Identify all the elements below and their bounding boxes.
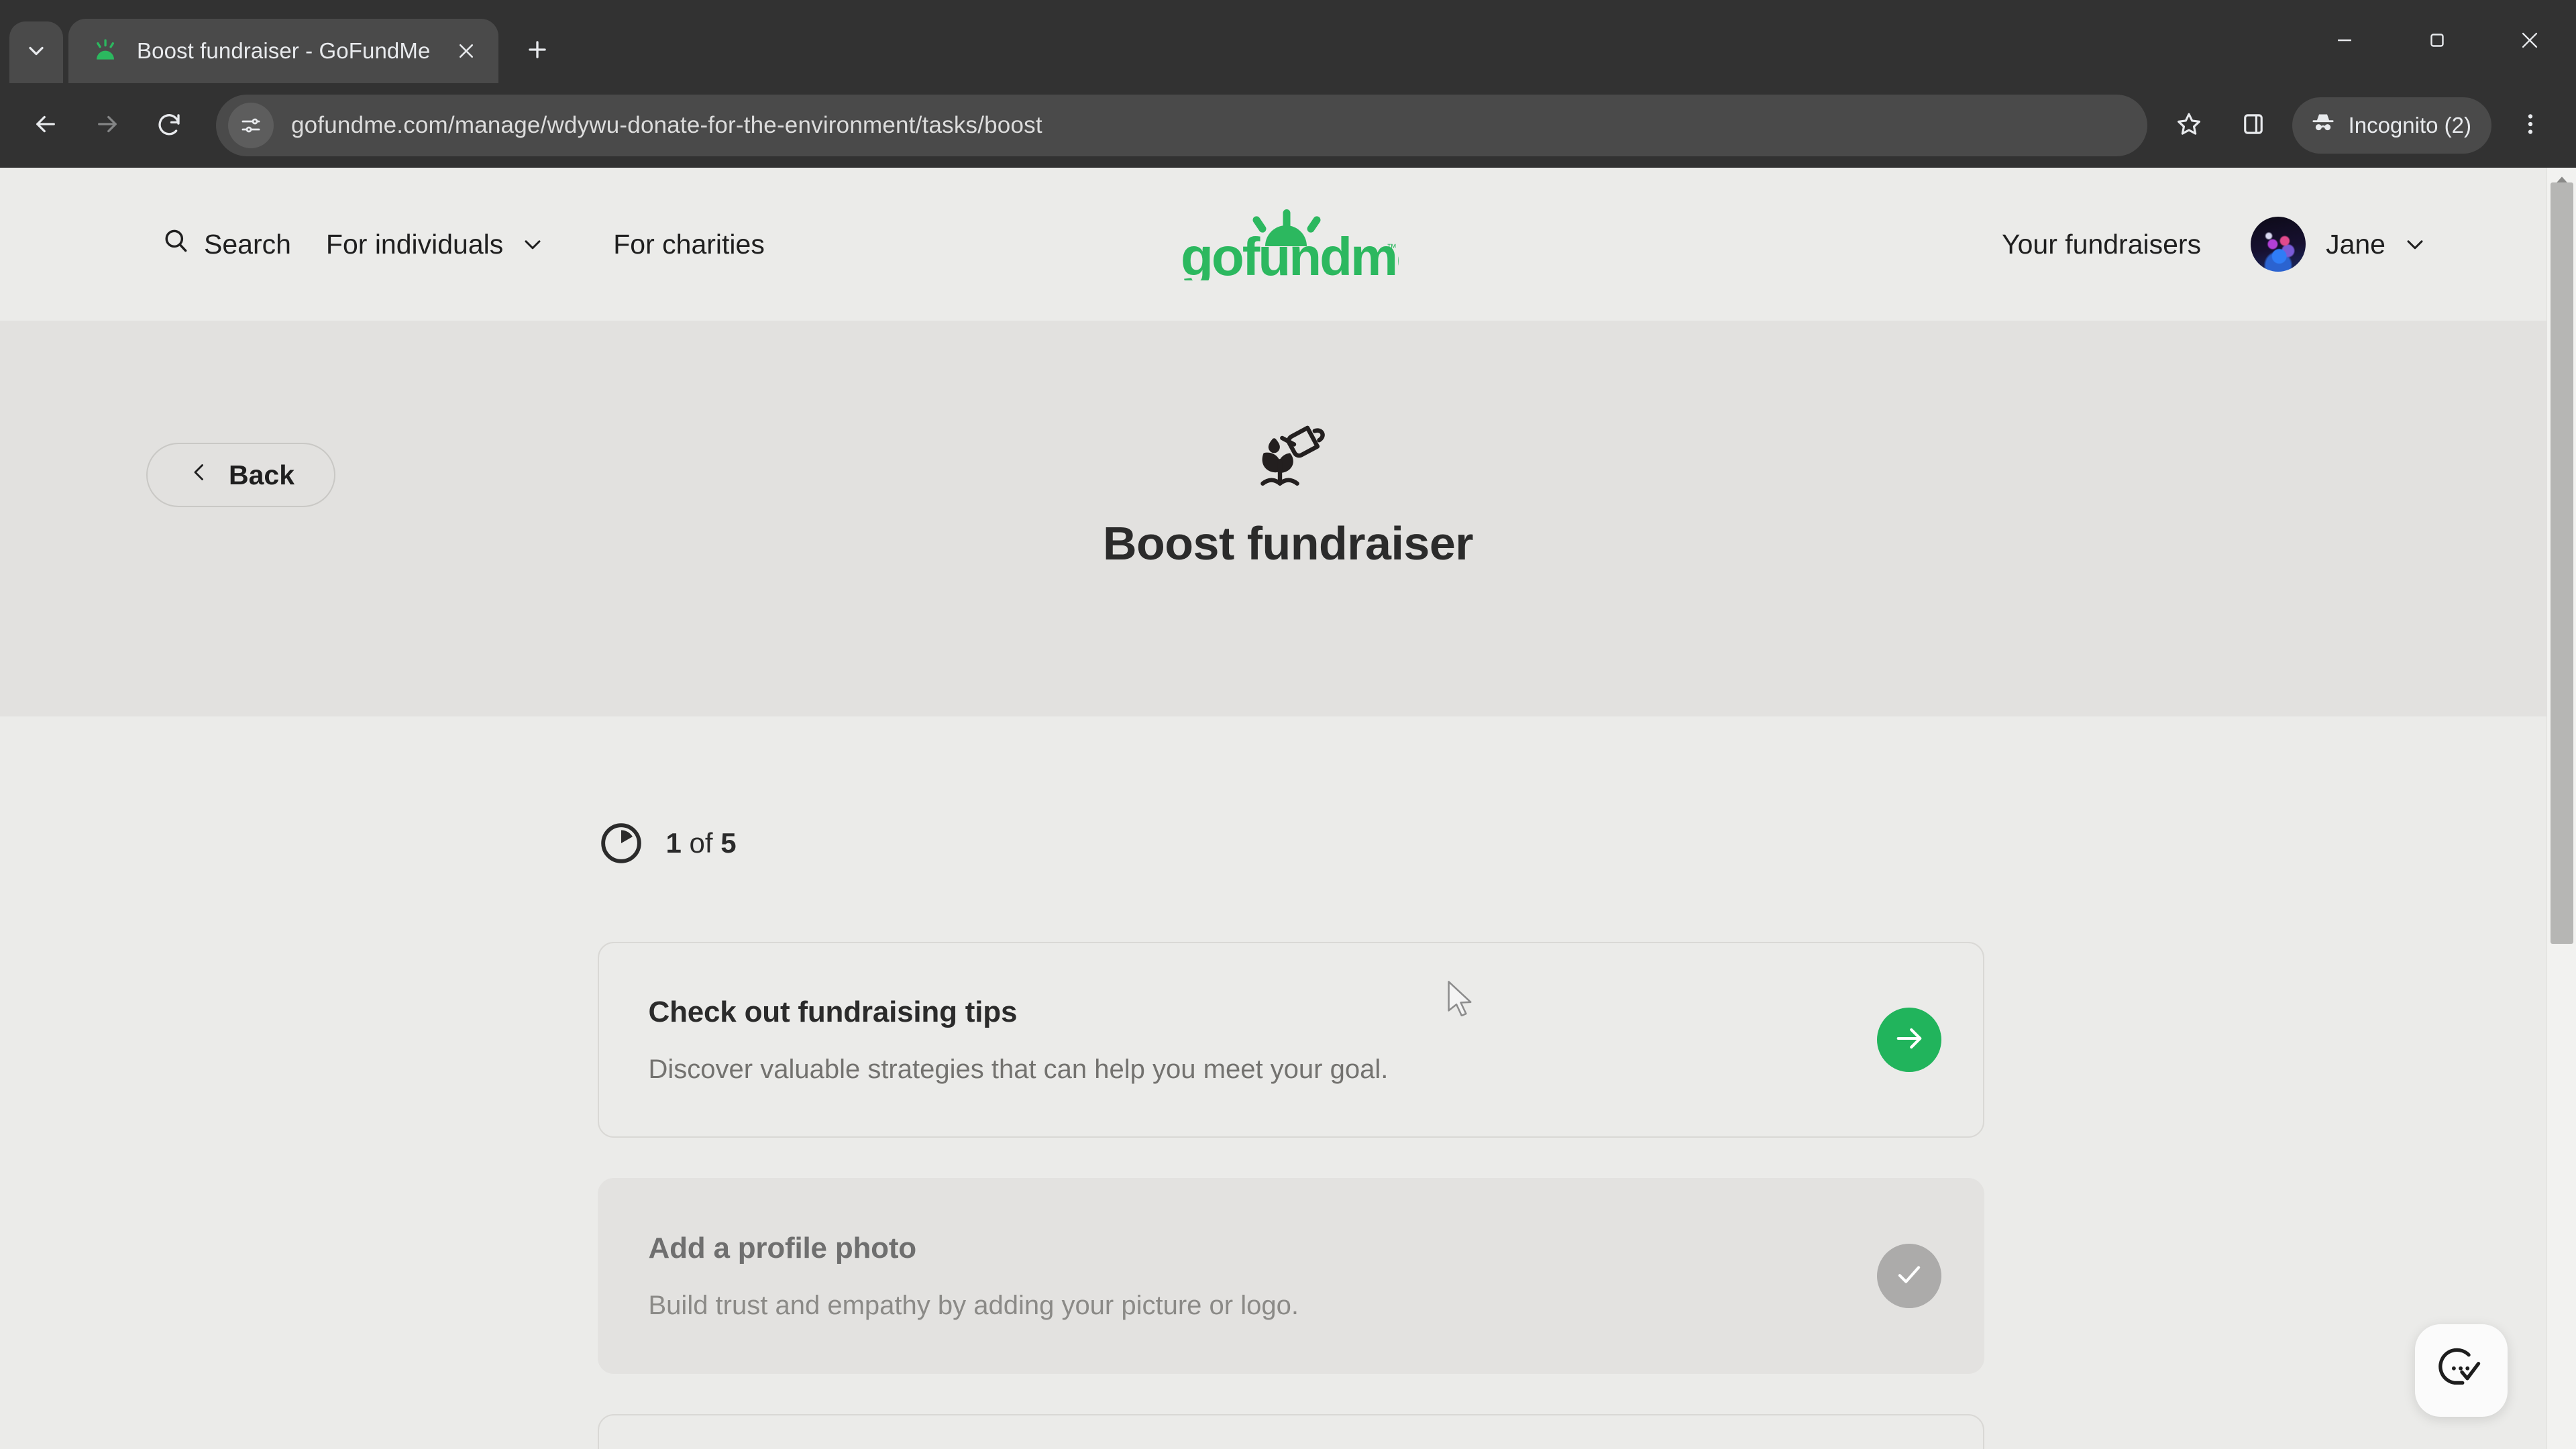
site-nav-right: Your fundraisers Jane bbox=[2002, 217, 2536, 272]
incognito-label: Incognito (2) bbox=[2348, 113, 2471, 138]
task-card[interactable] bbox=[597, 1414, 1984, 1449]
task-card[interactable]: Check out fundraising tips Discover valu… bbox=[597, 942, 1984, 1138]
scrollbar-thumb[interactable] bbox=[2551, 182, 2573, 944]
window-close-icon bbox=[2518, 29, 2541, 55]
site-nav-left: Search For individuals For charities bbox=[40, 226, 765, 262]
nav-your-fundraisers[interactable]: Your fundraisers bbox=[2002, 229, 2201, 260]
nav-for-individuals-label: For individuals bbox=[325, 228, 504, 260]
hero-band: Back Boost fundraiser bbox=[0, 321, 2576, 716]
minimize-button[interactable] bbox=[2298, 0, 2391, 83]
task-title: Check out fundraising tips bbox=[648, 995, 1018, 1028]
tab-search-button[interactable] bbox=[9, 21, 63, 83]
gofundme-logo[interactable]: gofundme ™ bbox=[1177, 208, 1399, 280]
nav-search-label: Search bbox=[204, 228, 291, 260]
browser-chrome: Boost fundraiser - GoFundMe gofundme.com… bbox=[0, 0, 2576, 168]
progress-indicator: 1 of 5 bbox=[598, 820, 1984, 867]
toolbar-right-actions: Incognito (2) bbox=[2158, 95, 2561, 156]
user-name-label: Jane bbox=[2326, 228, 2385, 260]
reload-button[interactable] bbox=[138, 95, 200, 156]
forward-navigation-button[interactable] bbox=[76, 95, 138, 156]
star-icon bbox=[2175, 110, 2203, 142]
gofundme-favicon bbox=[91, 37, 119, 65]
window-close-button[interactable] bbox=[2483, 0, 2576, 83]
svg-text:™: ™ bbox=[1387, 242, 1397, 254]
page-scrollbar[interactable] bbox=[2546, 168, 2576, 1449]
progress-total: 5 bbox=[720, 827, 737, 859]
address-bar[interactable]: gofundme.com/manage/wdywu-donate-for-the… bbox=[216, 95, 2147, 156]
side-panel-icon bbox=[2239, 110, 2267, 142]
browser-menu-button[interactable] bbox=[2500, 95, 2561, 156]
chevron-down-icon[interactable] bbox=[2402, 231, 2428, 258]
close-icon[interactable] bbox=[449, 34, 484, 68]
nav-search[interactable]: Search bbox=[161, 226, 291, 262]
task-card[interactable]: Add a profile photo Build trust and empa… bbox=[597, 1178, 1984, 1374]
progress-of: of bbox=[689, 827, 713, 859]
task-completed-button[interactable] bbox=[1876, 1244, 1941, 1308]
arrow-right-icon bbox=[93, 110, 121, 142]
svg-text:gofundme: gofundme bbox=[1181, 227, 1399, 280]
maximize-button[interactable] bbox=[2391, 0, 2483, 83]
hero-center: Boost fundraiser bbox=[1102, 321, 1474, 570]
search-icon bbox=[161, 226, 204, 262]
nav-for-individuals[interactable]: For individuals bbox=[326, 229, 546, 260]
progress-pie-icon bbox=[598, 820, 645, 867]
gofundme-logo-mark: gofundme ™ bbox=[1181, 209, 1399, 280]
feedback-bubble-check-icon bbox=[2436, 1344, 2486, 1397]
three-dot-menu-icon bbox=[2516, 110, 2544, 142]
progress-label: 1 of 5 bbox=[666, 827, 737, 859]
task-description: Build trust and empathy by adding your p… bbox=[648, 1290, 1299, 1320]
main-content: 1 of 5 Check out fundraising tips Discov… bbox=[0, 716, 2576, 1449]
maximize-icon bbox=[2426, 29, 2449, 55]
feedback-button[interactable] bbox=[2415, 1324, 2508, 1417]
side-panel-button[interactable] bbox=[2222, 95, 2284, 156]
chevron-left-icon bbox=[187, 460, 211, 491]
content-inner: 1 of 5 Check out fundraising tips Discov… bbox=[592, 820, 1984, 1449]
new-tab-button[interactable] bbox=[512, 25, 563, 76]
avatar[interactable] bbox=[2251, 217, 2306, 272]
task-body: Add a profile photo Build trust and empa… bbox=[649, 1232, 1877, 1321]
page-viewport: Search For individuals For charities gof… bbox=[0, 168, 2576, 1449]
tune-icon[interactable] bbox=[228, 103, 274, 148]
arrow-left-icon bbox=[32, 110, 60, 142]
back-button[interactable]: Back bbox=[146, 443, 335, 507]
nav-for-charities[interactable]: For charities bbox=[613, 229, 765, 260]
tab-strip: Boost fundraiser - GoFundMe bbox=[0, 0, 2576, 83]
check-icon bbox=[1892, 1257, 1927, 1295]
nav-for-charities-label: For charities bbox=[613, 228, 765, 260]
page-title: Boost fundraiser bbox=[1102, 517, 1474, 570]
arrow-right-icon bbox=[1892, 1021, 1927, 1059]
tab-title: Boost fundraiser - GoFundMe bbox=[137, 38, 431, 63]
window-controls bbox=[2298, 0, 2576, 83]
back-navigation-button[interactable] bbox=[15, 95, 76, 156]
task-title: Add a profile photo bbox=[648, 1231, 917, 1265]
task-description: Discover valuable strategies that can he… bbox=[648, 1054, 1389, 1084]
incognito-profile-chip[interactable]: Incognito (2) bbox=[2292, 97, 2491, 154]
back-button-label: Back bbox=[228, 459, 294, 490]
chevron-down-icon bbox=[24, 39, 48, 66]
browser-toolbar: gofundme.com/manage/wdywu-donate-for-the… bbox=[0, 83, 2576, 168]
url-text: gofundme.com/manage/wdywu-donate-for-the… bbox=[291, 112, 1042, 138]
minimize-icon bbox=[2333, 29, 2356, 55]
site-header: Search For individuals For charities gof… bbox=[0, 168, 2576, 321]
plus-icon bbox=[525, 37, 550, 66]
reload-icon bbox=[155, 110, 183, 142]
browser-tab[interactable]: Boost fundraiser - GoFundMe bbox=[68, 19, 499, 83]
chevron-down-icon bbox=[519, 231, 546, 258]
task-body: Check out fundraising tips Discover valu… bbox=[649, 996, 1877, 1085]
progress-current: 1 bbox=[665, 827, 682, 859]
incognito-icon bbox=[2310, 109, 2349, 142]
task-go-button[interactable] bbox=[1876, 1008, 1941, 1072]
bookmark-button[interactable] bbox=[2158, 95, 2220, 156]
watering-can-sprout-icon bbox=[1244, 413, 1332, 502]
